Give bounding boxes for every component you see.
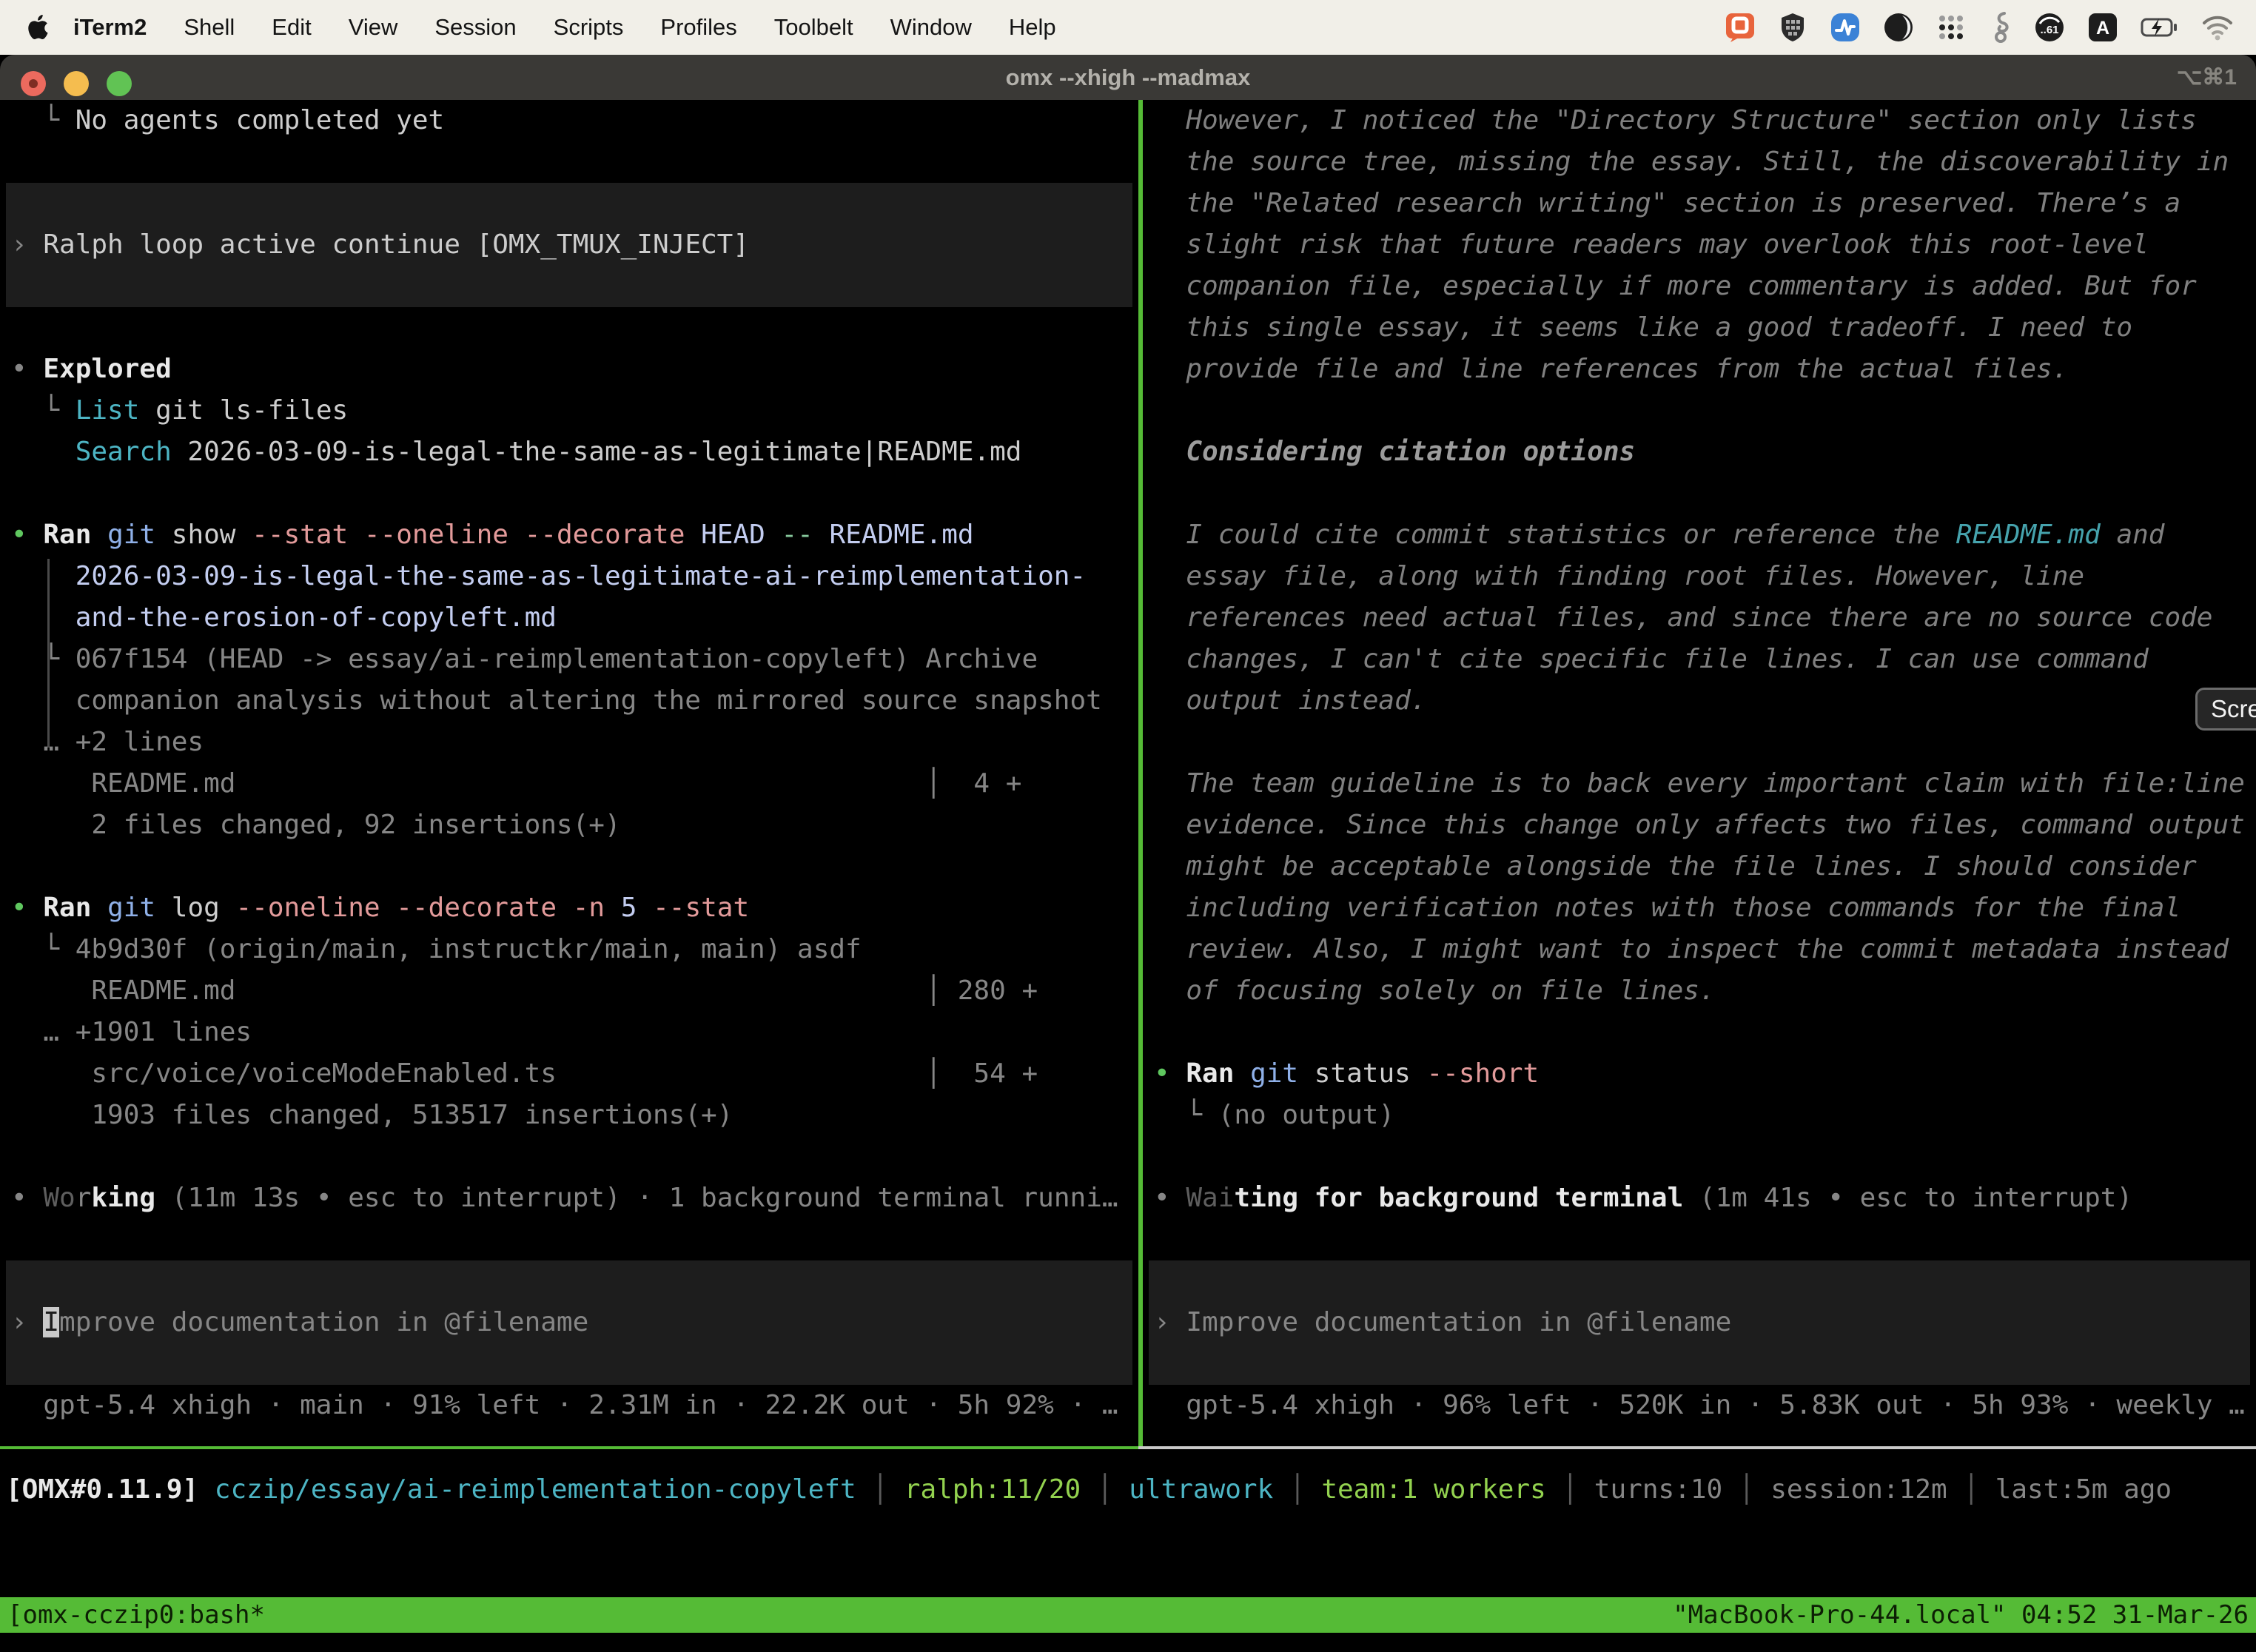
menu-item-scripts[interactable]: Scripts [535, 0, 642, 55]
terminal-line: └ 067f154 (HEAD -> essay/ai-reimplementa… [11, 639, 1038, 680]
terminal-line: changes, I can't cite specific file line… [1154, 639, 2149, 680]
omx-status-line: [OMX#0.11.9] cczip/essay/ai-reimplementa… [6, 1469, 2172, 1511]
terminal-line: 2026-03-09-is-legal-the-same-as-legitima… [11, 556, 1086, 597]
terminal-line: • Working (11m 13s • esc to interrupt) ·… [11, 1178, 1118, 1219]
input-source-label: A [2096, 18, 2109, 38]
menu-bar: iTerm2ShellEditViewSessionScriptsProfile… [0, 0, 2256, 55]
pane-bottom-border-right [1138, 1446, 2256, 1449]
menu-items: iTerm2ShellEditViewSessionScriptsProfile… [55, 0, 1075, 55]
pane-divider[interactable] [1138, 100, 1143, 1448]
menu-item-view[interactable]: View [330, 0, 417, 55]
menu-item-profiles[interactable]: Profiles [642, 0, 755, 55]
terminal-line: companion file, especially if more comme… [1154, 266, 2197, 307]
moon-circle-icon[interactable] [1883, 12, 1914, 43]
terminal-line: gpt-5.4 xhigh · main · 91% left · 2.31M … [11, 1385, 1118, 1426]
window-title-bar: omx --xhigh --madmax ⌥⌘1 [0, 55, 2256, 100]
terminal-line: The team guideline is to back every impo… [1154, 763, 2245, 805]
terminal-pane-left[interactable]: └ No agents completed yet › Ralph loop ac… [0, 100, 1138, 1447]
terminal-line: might be acceptable alongside the file l… [1154, 846, 2197, 887]
terminal-line: └ No agents completed yet [11, 100, 444, 141]
terminal-pane-right[interactable]: However, I noticed the "Directory Struct… [1143, 100, 2256, 1447]
tmux-session-window[interactable]: [omx-cczip0:bash* [7, 1600, 265, 1630]
terminal-line: • Waiting for background terminal (1m 41… [1154, 1178, 2132, 1219]
terminal-line: including verification notes with those … [1154, 887, 2181, 929]
terminal-line: the "Related research writing" section i… [1154, 183, 2181, 224]
battery-percent-icon[interactable]: ..61 [2034, 12, 2065, 43]
window-shortcut-badge: ⌥⌘1 [2177, 55, 2237, 100]
pulse-badge-icon[interactable] [1830, 12, 1861, 43]
battery-icon[interactable] [2141, 12, 2179, 43]
terminal-line: • Ran git status --short [1154, 1053, 1539, 1095]
terminal-line: └ (no output) [1154, 1095, 1394, 1136]
terminal-line: references need actual files, and since … [1154, 597, 2212, 639]
tmux-status-bar: [omx-cczip0:bash* "MacBook-Pro-44.local"… [0, 1597, 2256, 1633]
menu-item-toolbelt[interactable]: Toolbelt [756, 0, 872, 55]
terminal-line: 1903 files changed, 513517 insertions(+) [11, 1095, 733, 1136]
menu-item-session[interactable]: Session [416, 0, 534, 55]
terminal-line: the source tree, missing the essay. Stil… [1154, 141, 2229, 183]
terminal-line: • Explored [11, 349, 172, 390]
terminal-line: 2 files changed, 92 insertions(+) [11, 805, 621, 846]
terminal-line: However, I noticed the "Directory Struct… [1154, 100, 2197, 141]
pane-bottom-border-left [0, 1446, 1138, 1449]
menu-item-iterm2[interactable]: iTerm2 [55, 0, 165, 55]
terminal-line: essay file, along with finding root file… [1154, 556, 2084, 597]
terminal-line: • Ran git log --oneline --decorate -n 5 … [11, 887, 749, 929]
desktop: { "palette":{ "menubar":"#f1efe8","title… [0, 0, 2256, 1652]
terminal-line: review. Also, I might want to inspect th… [1154, 929, 2229, 970]
dots-grid-icon[interactable] [1936, 13, 1966, 42]
terminal-line: evidence. Since this change only affects… [1154, 805, 2245, 846]
terminal-line: › Ralph loop active continue [OMX_TMUX_I… [11, 224, 749, 266]
terminal-line: and-the-erosion-of-copyleft.md [11, 597, 557, 639]
terminal-line: Considering citation options [1154, 432, 1635, 473]
menu-item-shell[interactable]: Shell [165, 0, 253, 55]
terminal-line: … +2 lines [11, 722, 204, 763]
input-source-icon[interactable]: A [2087, 12, 2118, 43]
status-icons: ..61 A [1725, 11, 2256, 44]
tmux-host-clock: "MacBook-Pro-44.local" 04:52 31-Mar-26 [1673, 1600, 2249, 1630]
terminal-line: Search 2026-03-09-is-legal-the-same-as-l… [11, 432, 1021, 473]
terminal-line: › Improve documentation in @filename [1154, 1302, 1731, 1343]
terminal-line: this single essay, it seems like a good … [1154, 307, 2132, 349]
terminal-line: companion analysis without altering the … [11, 680, 1102, 722]
chat-app-icon[interactable] [1725, 12, 1756, 43]
screen-overlay-label: Scre [2211, 695, 2256, 723]
shield-grid-icon[interactable] [1778, 12, 1807, 43]
hook-squiggle-icon[interactable] [1988, 11, 2012, 44]
terminal-line: output instead. [1154, 680, 1426, 722]
terminal-line: └ List git ls-files [11, 390, 348, 432]
menu-item-window[interactable]: Window [872, 0, 990, 55]
terminal-line: provide file and line references from th… [1154, 349, 2068, 390]
terminal-line: README.md │ 280 + [11, 970, 1038, 1012]
battery-percent-label: ..61 [2040, 24, 2058, 36]
terminal-line: README.md │ 4 + [11, 763, 1021, 805]
menu-item-edit[interactable]: Edit [253, 0, 329, 55]
apple-menu-icon[interactable] [27, 14, 49, 41]
terminal-line: … +1901 lines [11, 1012, 252, 1053]
terminal-line: src/voice/voiceModeEnabled.ts │ 54 + [11, 1053, 1038, 1095]
terminal-line: slight risk that future readers may over… [1154, 224, 2149, 266]
terminal-line: └ 4b9d30f (origin/main, instructkr/main,… [11, 929, 862, 970]
terminal-line: of focusing solely on file lines. [1154, 970, 1716, 1012]
window-title: omx --xhigh --madmax [0, 55, 2256, 100]
terminal-line: › Improve documentation in @filename [11, 1302, 588, 1343]
terminal-line: gpt-5.4 xhigh · 96% left · 520K in · 5.8… [1154, 1385, 2245, 1426]
wifi-icon[interactable] [2201, 14, 2234, 41]
terminal-line: I could cite commit statistics or refere… [1154, 514, 2164, 556]
screen-overlay-button[interactable]: Scre [2195, 688, 2256, 731]
terminal-line: • Ran git show --stat --oneline --decora… [11, 514, 974, 556]
menu-item-help[interactable]: Help [990, 0, 1075, 55]
